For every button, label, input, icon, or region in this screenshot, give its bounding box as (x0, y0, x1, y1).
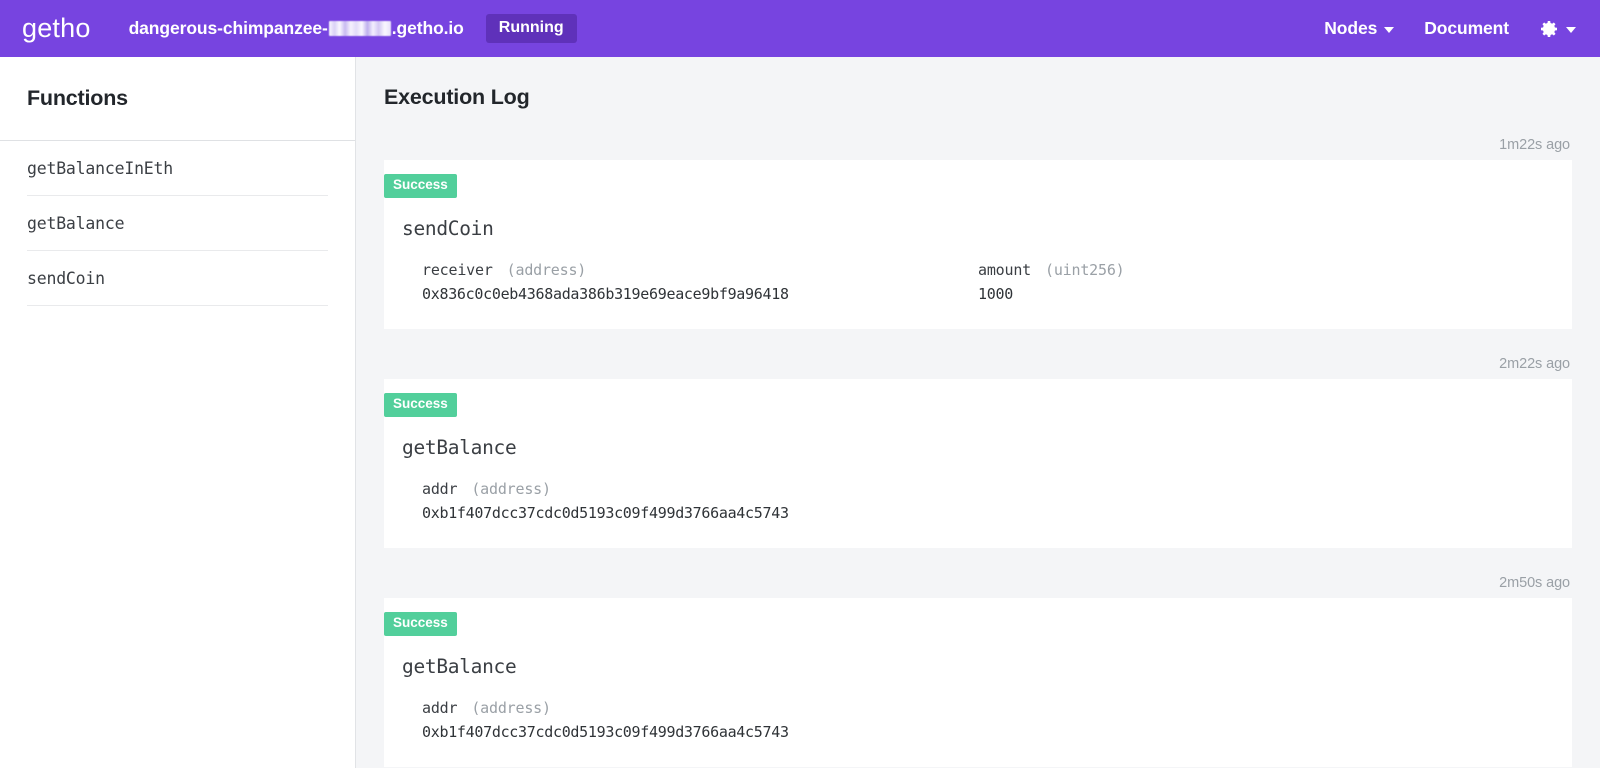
function-list: getBalanceInEth getBalance sendCoin (0, 141, 355, 306)
header-nav: Nodes Document (1324, 18, 1582, 39)
parameter-header: amount (uint256) (978, 261, 1534, 279)
site-url-suffix: .getho.io (391, 18, 464, 38)
parameter: amount (uint256) 1000 (978, 261, 1534, 303)
status-badge: Success (384, 392, 457, 417)
sidebar-item-get-balance-in-eth[interactable]: getBalanceInEth (27, 141, 328, 196)
log-card[interactable]: Success getBalance addr (address) 0xb1f40… (384, 597, 1572, 767)
parameter-type: (address) (506, 260, 587, 279)
chevron-down-icon (1384, 26, 1395, 33)
badge-row: Success (384, 611, 1572, 636)
entry-divider (356, 547, 1600, 575)
nav-item-nodes[interactable]: Nodes (1324, 18, 1395, 39)
log-parameters: receiver (address) 0x836c0c0eb4368ada386b… (384, 261, 1572, 303)
parameter-header: addr (address) (422, 480, 978, 498)
sidebar-item-get-balance[interactable]: getBalance (27, 196, 328, 251)
log-timestamp: 2m22s ago (356, 355, 1600, 379)
gear-icon (1539, 19, 1559, 39)
redacted-subdomain (328, 21, 391, 36)
log-function-name: getBalance (402, 654, 517, 678)
status-badge: Success (384, 174, 457, 198)
nav-item-document[interactable]: Document (1424, 18, 1509, 39)
log-card[interactable]: Success getBalance addr (address) 0xb1f40… (384, 378, 1572, 548)
parameter-name: receiver (422, 260, 493, 279)
site-url-prefix: dangerous-chimpanzee- (128, 18, 328, 38)
entry-divider (356, 328, 1600, 356)
execution-log-list: 1m22s ago Success sendCoin receiver (addr… (356, 137, 1600, 767)
app-header: getho dangerous-chimpanzee- .getho.io Ru… (0, 0, 1600, 57)
log-parameters: addr (address) 0xb1f407dcc37cdc0d5193c09f… (384, 699, 1572, 741)
log-entry: 2m22s ago Success getBalance addr (addres… (356, 355, 1600, 548)
log-parameters: addr (address) 0xb1f407dcc37cdc0d5193c09f… (384, 480, 1572, 522)
log-function-name: getBalance (402, 435, 517, 459)
parameter-type: (uint256) (1045, 260, 1125, 279)
parameter: receiver (address) 0x836c0c0eb4368ada386b… (422, 261, 978, 303)
sidebar-title: Functions (27, 86, 128, 110)
nav-item-nodes-label: Nodes (1324, 18, 1378, 38)
chevron-down-icon (1566, 26, 1576, 33)
app-body: Functions getBalanceInEth getBalance sen… (0, 57, 1600, 768)
parameter-value: 0xb1f407dcc37cdc0d5193c09f499d3766aa4c57… (422, 503, 789, 522)
log-timestamp: 1m22s ago (356, 137, 1600, 160)
sidebar: Functions getBalanceInEth getBalance sen… (0, 57, 356, 768)
parameter-value: 0xb1f407dcc37cdc0d5193c09f499d3766aa4c57… (422, 722, 789, 741)
log-card[interactable]: Success sendCoin receiver (address) 0x836… (384, 160, 1572, 329)
site-url: dangerous-chimpanzee- .getho.io (129, 18, 464, 39)
nav-item-document-label: Document (1424, 18, 1509, 38)
sidebar-item-send-coin[interactable]: sendCoin (27, 251, 328, 306)
log-timestamp: 2m50s ago (356, 574, 1600, 598)
parameter-type: (address) (471, 698, 551, 717)
parameter: addr (address) 0xb1f407dcc37cdc0d5193c09f… (422, 699, 978, 741)
status-badge[interactable]: Running (485, 13, 577, 44)
parameter-name: amount (978, 260, 1031, 279)
status-badge: Success (384, 611, 457, 636)
badge-row: Success (384, 174, 1572, 198)
log-entry: 2m50s ago Success getBalance addr (addres… (356, 574, 1600, 767)
parameter-header: receiver (address) (422, 261, 978, 279)
parameter-value: 1000 (978, 284, 1013, 303)
brand-logo[interactable]: getho (22, 15, 91, 42)
parameter-value: 0x836c0c0eb4368ada386b319e69eace9bf9a964… (422, 284, 789, 303)
parameter: addr (address) 0xb1f407dcc37cdc0d5193c09f… (422, 480, 978, 522)
page-title: Execution Log (384, 85, 530, 109)
log-function-name: sendCoin (402, 216, 494, 240)
parameter-header: addr (address) (422, 699, 978, 717)
parameter-name: addr (422, 698, 458, 717)
parameter-type: (address) (471, 479, 551, 498)
parameter-name: addr (422, 479, 458, 498)
main-content: Execution Log 1m22s ago Success sendCoin… (356, 57, 1600, 768)
badge-row: Success (384, 392, 1572, 417)
log-entry: 1m22s ago Success sendCoin receiver (addr… (356, 137, 1600, 329)
sidebar-header: Functions (0, 57, 355, 141)
settings-menu[interactable] (1539, 19, 1576, 39)
